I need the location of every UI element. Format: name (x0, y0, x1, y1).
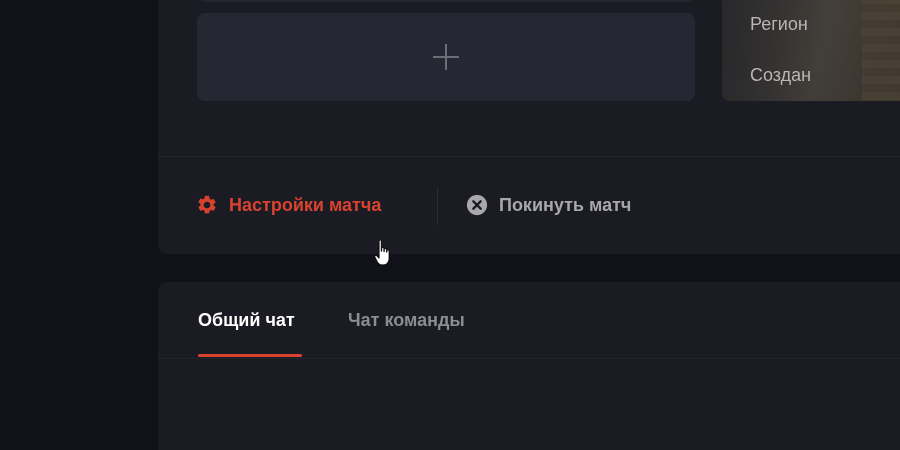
match-settings-button[interactable]: Настройки матча (196, 192, 381, 218)
leave-match-button[interactable]: Покинуть матч (466, 192, 631, 218)
region-label: Регион (750, 14, 808, 34)
match-settings-label: Настройки матча (229, 194, 382, 215)
match-actions: Настройки матча Покинуть матч (158, 157, 900, 254)
map-image (862, 0, 900, 101)
add-player-button[interactable] (197, 13, 695, 101)
hand-pointer-icon (374, 238, 394, 275)
close-circle-icon (466, 194, 488, 216)
active-tab-indicator (198, 354, 302, 357)
player-slot (198, 0, 695, 2)
left-sidebar (0, 0, 158, 450)
chat-divider (158, 358, 900, 359)
tab-general-chat[interactable]: Общий чат (198, 310, 295, 331)
match-page: Регион Создан Настройки матча Покинуть м… (0, 0, 900, 450)
actions-separator (437, 187, 438, 225)
plus-icon (433, 44, 459, 70)
leave-match-label: Покинуть матч (499, 194, 632, 215)
chat-panel: Общий чат Чат команды (158, 282, 900, 450)
created-label: Создан (750, 65, 812, 85)
gear-icon (196, 194, 218, 216)
map-info-panel: Регион Создан (722, 0, 900, 101)
tab-team-chat[interactable]: Чат команды (348, 310, 465, 331)
